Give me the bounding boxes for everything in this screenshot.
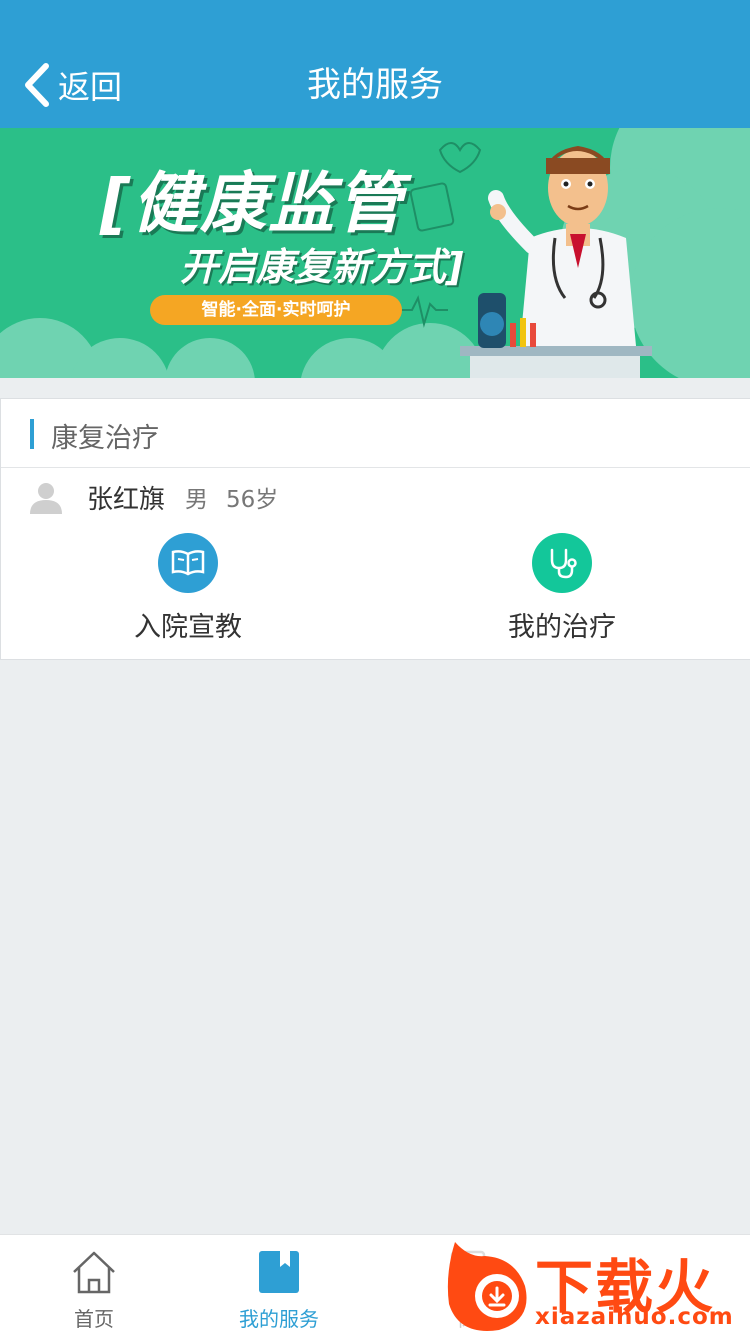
section-header: 康复治疗 — [1, 399, 750, 468]
nav-header: 返回 我的服务 — [0, 0, 750, 128]
my-treatment-button[interactable]: 我的治疗 — [462, 533, 662, 644]
book-icon — [158, 533, 218, 593]
section-title: 康复治疗 — [51, 423, 159, 454]
service-card: 康复治疗 张红旗 男 56岁 入院宣教 我的治疗 — [0, 398, 750, 660]
action-label: 入院宣教 — [134, 612, 242, 643]
flame-logo-icon — [447, 1242, 527, 1331]
action-label: 我的治疗 — [508, 612, 616, 643]
patient-info: 张红旗 男 56岁 — [29, 477, 278, 517]
tab-label: 我的服务 — [239, 1307, 319, 1331]
banner-title: [健康监管 — [100, 165, 405, 242]
patient-age: 56岁 — [226, 487, 279, 513]
avatar-icon — [30, 483, 62, 514]
banner-subtitle: 开启康复新方式] — [180, 245, 464, 289]
promo-banner[interactable]: [健康监管 开启康复新方式] 智能·全面·实时呵护 — [0, 128, 750, 378]
patient-sex: 男 — [185, 487, 209, 513]
section-accent-bar — [30, 419, 34, 449]
tab-label: 首页 — [74, 1307, 114, 1331]
patient-name: 张红旗 — [87, 484, 166, 515]
page-title: 我的服务 — [307, 65, 443, 105]
banner-tagline: 智能·全面·实时呵护 — [150, 295, 402, 325]
home-icon — [73, 1251, 115, 1294]
stethoscope-icon — [532, 533, 592, 593]
admission-education-button[interactable]: 入院宣教 — [88, 533, 288, 644]
tab-home[interactable]: 首页 — [24, 1247, 164, 1332]
tab-my-services[interactable]: 我的服务 — [209, 1247, 349, 1332]
bookmark-icon — [259, 1251, 299, 1293]
watermark-logo: 下载火 xiazaihuo.com — [445, 1238, 750, 1334]
watermark-url: xiazaihuo.com — [535, 1304, 734, 1330]
